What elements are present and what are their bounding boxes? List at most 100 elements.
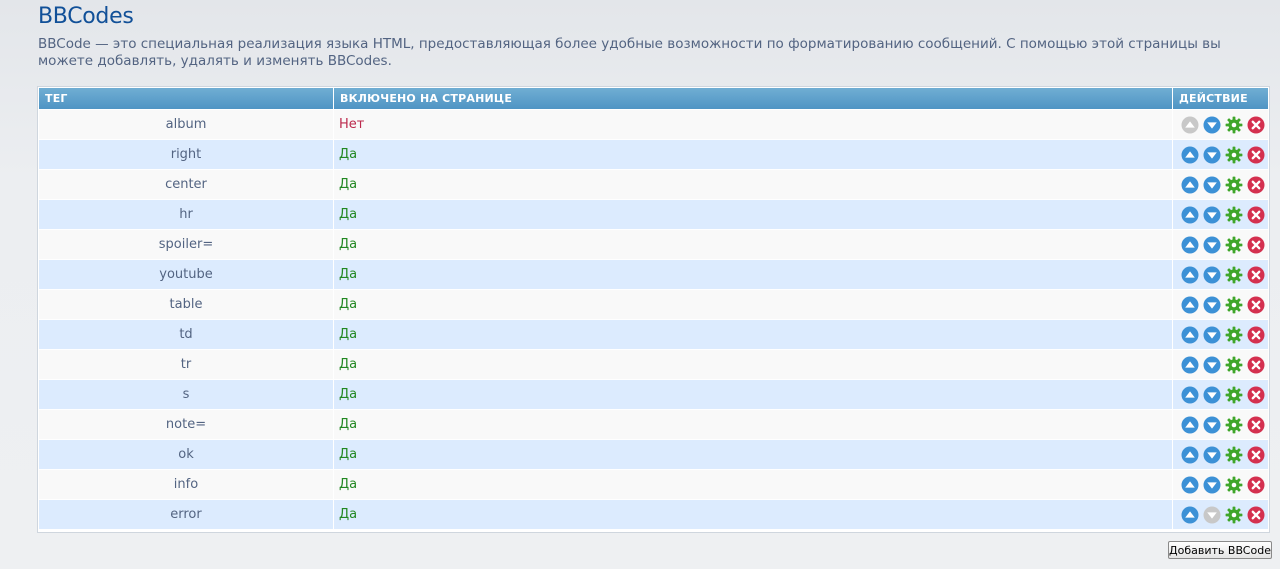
arrow-down-icon[interactable] xyxy=(1203,326,1221,344)
column-header-tag: ТЕГ xyxy=(39,88,334,109)
action-cell xyxy=(1173,259,1268,289)
arrow-down-icon[interactable] xyxy=(1203,476,1221,494)
action-cell xyxy=(1173,169,1268,199)
table-row: info Да xyxy=(39,469,1268,499)
action-cell xyxy=(1173,229,1268,259)
arrow-up-icon xyxy=(1181,116,1199,134)
arrow-down-icon[interactable] xyxy=(1203,116,1221,134)
bbcode-tag-cell: tr xyxy=(39,349,334,379)
display-on-posting-cell: Да xyxy=(334,229,1173,259)
gear-icon[interactable] xyxy=(1225,116,1243,134)
arrow-up-icon[interactable] xyxy=(1181,146,1199,164)
gear-icon[interactable] xyxy=(1225,236,1243,254)
table-row: ok Да xyxy=(39,439,1268,469)
arrow-down-icon[interactable] xyxy=(1203,296,1221,314)
arrow-down-icon[interactable] xyxy=(1203,236,1221,254)
table-row: hr Да xyxy=(39,199,1268,229)
gear-icon[interactable] xyxy=(1225,386,1243,404)
action-cell xyxy=(1173,409,1268,439)
table-row: album Нет xyxy=(39,109,1268,139)
arrow-up-icon[interactable] xyxy=(1181,176,1199,194)
arrow-up-icon[interactable] xyxy=(1181,386,1199,404)
table-header-row: ТЕГ ВКЛЮЧЕНО НА СТРАНИЦЕ ДЕЙСТВИЕ xyxy=(39,88,1268,109)
table-row: note= Да xyxy=(39,409,1268,439)
arrow-up-icon[interactable] xyxy=(1181,206,1199,224)
display-on-posting-cell: Да xyxy=(334,289,1173,319)
arrow-up-icon[interactable] xyxy=(1181,326,1199,344)
table-row: center Да xyxy=(39,169,1268,199)
arrow-down-icon[interactable] xyxy=(1203,386,1221,404)
arrow-up-icon[interactable] xyxy=(1181,446,1199,464)
arrow-down-icon[interactable] xyxy=(1203,206,1221,224)
delete-icon[interactable] xyxy=(1247,236,1265,254)
bbcodes-table-container: ТЕГ ВКЛЮЧЕНО НА СТРАНИЦЕ ДЕЙСТВИЕ album Н… xyxy=(37,86,1270,533)
display-on-posting-cell: Да xyxy=(334,379,1173,409)
delete-icon[interactable] xyxy=(1247,386,1265,404)
delete-icon[interactable] xyxy=(1247,476,1265,494)
display-on-posting-cell: Нет xyxy=(334,109,1173,139)
delete-icon[interactable] xyxy=(1247,446,1265,464)
arrow-up-icon[interactable] xyxy=(1181,506,1199,524)
arrow-down-icon[interactable] xyxy=(1203,146,1221,164)
bbcode-tag-cell: ok xyxy=(39,439,334,469)
bbcode-tag-cell: info xyxy=(39,469,334,499)
bbcode-tag-cell: album xyxy=(39,109,334,139)
delete-icon[interactable] xyxy=(1247,416,1265,434)
display-on-posting-cell: Да xyxy=(334,409,1173,439)
bbcode-tag-cell: td xyxy=(39,319,334,349)
action-cell xyxy=(1173,499,1268,529)
delete-icon[interactable] xyxy=(1247,326,1265,344)
arrow-down-icon[interactable] xyxy=(1203,446,1221,464)
action-cell xyxy=(1173,349,1268,379)
add-bbcode-button[interactable]: Добавить BBCode xyxy=(1168,541,1272,559)
table-row: s Да xyxy=(39,379,1268,409)
gear-icon[interactable] xyxy=(1225,146,1243,164)
gear-icon[interactable] xyxy=(1225,176,1243,194)
action-cell xyxy=(1173,439,1268,469)
delete-icon[interactable] xyxy=(1247,356,1265,374)
gear-icon[interactable] xyxy=(1225,446,1243,464)
delete-icon[interactable] xyxy=(1247,176,1265,194)
delete-icon[interactable] xyxy=(1247,266,1265,284)
delete-icon[interactable] xyxy=(1247,146,1265,164)
page-description: BBCode — это специальная реализация язык… xyxy=(38,36,1221,69)
bbcode-tag-cell: note= xyxy=(39,409,334,439)
gear-icon[interactable] xyxy=(1225,326,1243,344)
delete-icon[interactable] xyxy=(1247,116,1265,134)
action-cell xyxy=(1173,319,1268,349)
display-on-posting-cell: Да xyxy=(334,199,1173,229)
bbcodes-table: ТЕГ ВКЛЮЧЕНО НА СТРАНИЦЕ ДЕЙСТВИЕ album Н… xyxy=(39,88,1268,529)
arrow-up-icon[interactable] xyxy=(1181,266,1199,284)
table-row: spoiler= Да xyxy=(39,229,1268,259)
arrow-down-icon[interactable] xyxy=(1203,356,1221,374)
table-row: youtube Да xyxy=(39,259,1268,289)
gear-icon[interactable] xyxy=(1225,476,1243,494)
arrow-down-icon[interactable] xyxy=(1203,176,1221,194)
action-cell xyxy=(1173,469,1268,499)
table-body: album Нет right Да center Да hr Да spoiler= Да you… xyxy=(39,109,1268,529)
arrow-down-icon[interactable] xyxy=(1203,266,1221,284)
display-on-posting-cell: Да xyxy=(334,139,1173,169)
bbcode-tag-cell: spoiler= xyxy=(39,229,334,259)
gear-icon[interactable] xyxy=(1225,296,1243,314)
gear-icon[interactable] xyxy=(1225,356,1243,374)
display-on-posting-cell: Да xyxy=(334,499,1173,529)
arrow-up-icon[interactable] xyxy=(1181,476,1199,494)
action-cell xyxy=(1173,379,1268,409)
gear-icon[interactable] xyxy=(1225,506,1243,524)
arrow-down-icon[interactable] xyxy=(1203,416,1221,434)
gear-icon[interactable] xyxy=(1225,206,1243,224)
table-row: error Да xyxy=(39,499,1268,529)
display-on-posting-cell: Да xyxy=(334,169,1173,199)
delete-icon[interactable] xyxy=(1247,296,1265,314)
arrow-up-icon[interactable] xyxy=(1181,416,1199,434)
bbcode-tag-cell: right xyxy=(39,139,334,169)
gear-icon[interactable] xyxy=(1225,416,1243,434)
arrow-up-icon[interactable] xyxy=(1181,236,1199,254)
delete-icon[interactable] xyxy=(1247,206,1265,224)
gear-icon[interactable] xyxy=(1225,266,1243,284)
column-header-shown: ВКЛЮЧЕНО НА СТРАНИЦЕ xyxy=(334,88,1173,109)
arrow-up-icon[interactable] xyxy=(1181,356,1199,374)
delete-icon[interactable] xyxy=(1247,506,1265,524)
arrow-up-icon[interactable] xyxy=(1181,296,1199,314)
